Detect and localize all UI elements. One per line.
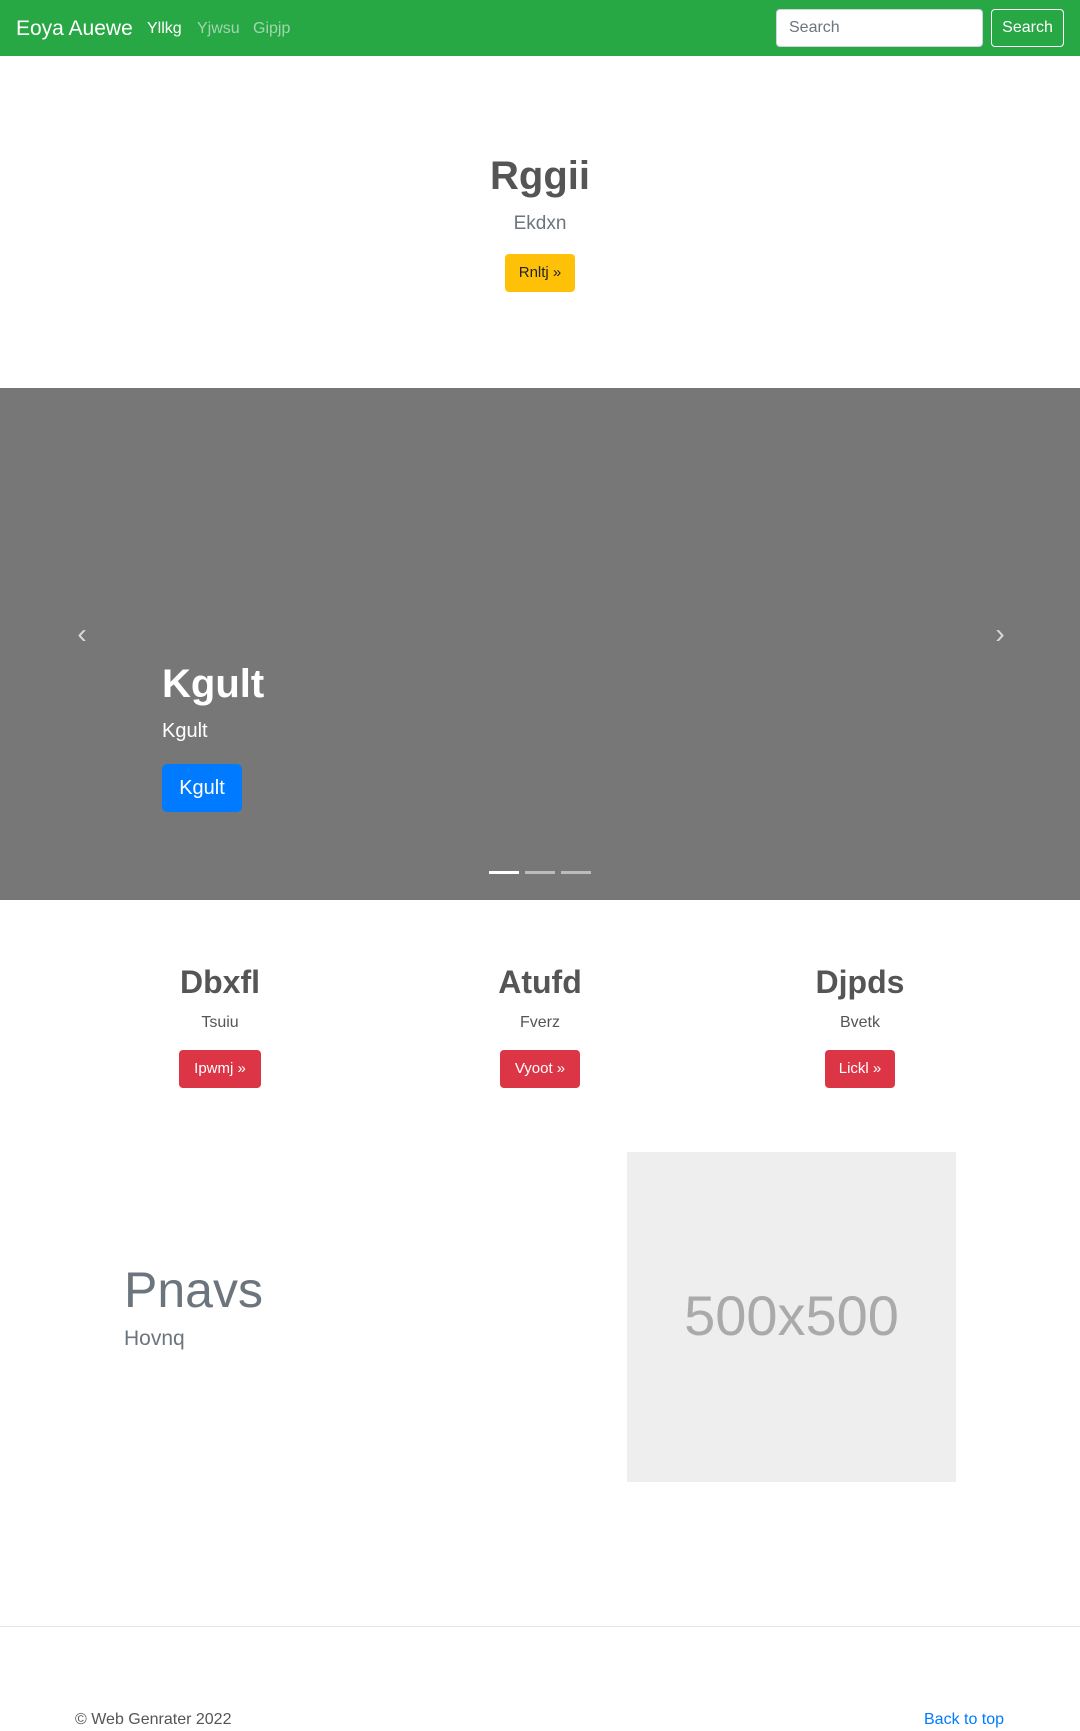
nav-link-yllkg[interactable]: Yllkg: [147, 18, 182, 40]
carousel-button[interactable]: Kgult: [162, 764, 242, 812]
chevron-right-icon[interactable]: ›: [990, 620, 1010, 648]
placeholder-image: 500x500: [627, 1152, 956, 1482]
search-input[interactable]: Search: [776, 9, 983, 47]
nav-link-gipjp[interactable]: Gipjp: [253, 18, 290, 40]
carousel-indicator-1[interactable]: [489, 871, 519, 874]
footer-copyright: © Web Genrater 2022: [75, 1711, 232, 1728]
chevron-left-icon[interactable]: ‹: [72, 620, 92, 648]
feature-text-2: Fverz: [520, 1014, 560, 1031]
carousel-title: Kgult: [162, 662, 265, 706]
feature-button-1[interactable]: Ipwmj »: [179, 1050, 261, 1088]
footer-divider: [0, 1626, 1080, 1627]
brand-link[interactable]: Eoya Auewe: [16, 16, 133, 42]
feature-text-3: Bvetk: [839, 1014, 880, 1031]
hero-subtitle: Ekdxn: [513, 213, 567, 234]
carousel-subtitle: Kgult: [162, 720, 208, 742]
feature-text-1: Tsuiu: [201, 1014, 239, 1031]
back-to-top-link[interactable]: Back to top: [924, 1710, 1004, 1730]
featurette-subtitle: Hovnq: [124, 1327, 185, 1350]
navbar: Eoya Auewe Yllkg Yjwsu Gipjp Search Sear…: [0, 0, 1080, 56]
feature-title-2: Atufd: [498, 964, 582, 1000]
feature-title-1: Dbxfl: [180, 964, 260, 1000]
carousel-indicator-3[interactable]: [561, 871, 591, 874]
carousel-indicator-2[interactable]: [525, 871, 555, 874]
featurette-title: Pnavs: [124, 1262, 263, 1318]
feature-button-2[interactable]: Vyoot »: [500, 1050, 580, 1088]
placeholder-image-text: 500x500: [684, 1284, 899, 1347]
feature-button-3[interactable]: Lickl »: [825, 1050, 895, 1088]
search-button[interactable]: Search: [991, 9, 1064, 47]
feature-title-3: Djpds: [815, 964, 905, 1000]
hero-title: Rggii: [490, 154, 590, 198]
hero-button[interactable]: Rnltj »: [505, 254, 575, 292]
carousel: [0, 388, 1080, 900]
nav-link-yjwsu[interactable]: Yjwsu: [197, 18, 240, 40]
